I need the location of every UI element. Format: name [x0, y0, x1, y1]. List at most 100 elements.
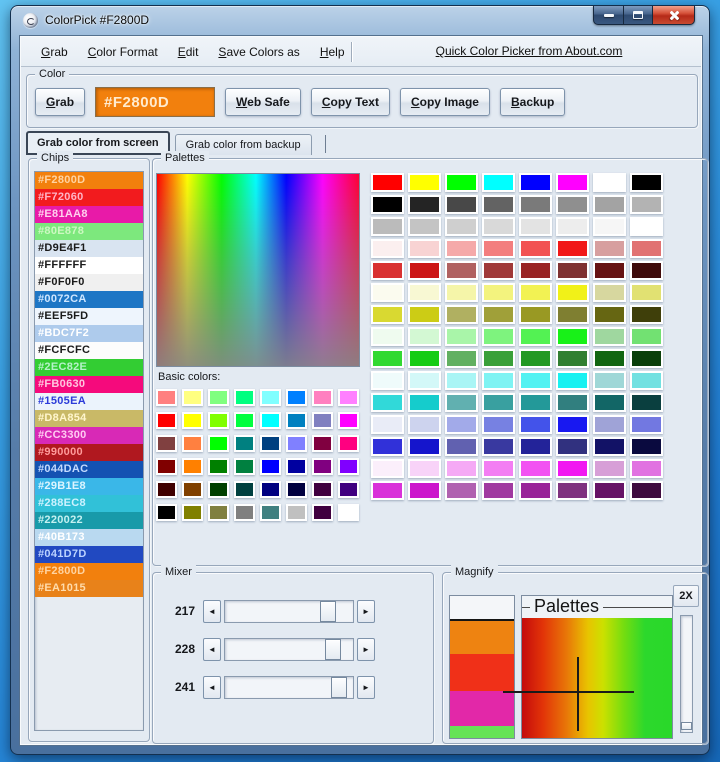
quick-color-picker-link[interactable]: Quick Color Picker from About.com [371, 44, 687, 58]
palette-swatch-d9d9d9[interactable] [482, 217, 515, 236]
basic-color-808080[interactable] [234, 504, 255, 521]
basic-color-0000a0[interactable] [286, 458, 307, 475]
basic-color-00ff40[interactable] [234, 412, 255, 429]
chip-ea1015-24[interactable]: #EA1015 [35, 580, 143, 597]
grab-button[interactable]: Grab [35, 88, 86, 116]
palette-swatch-7f317f[interactable] [556, 481, 589, 500]
basic-color-004000[interactable] [208, 481, 229, 498]
palette-swatch-e17272[interactable] [630, 239, 663, 258]
basic-color-ff8080[interactable] [156, 389, 177, 406]
basic-color-00ff80[interactable] [234, 389, 255, 406]
zoom-slider-thumb[interactable] [681, 722, 692, 730]
menu-item-save-colors-as[interactable]: Save Colors as [210, 42, 307, 62]
chip-0072ca-7[interactable]: #0072CA [35, 291, 143, 308]
chip-d9e4f1-4[interactable]: #D9E4F1 [35, 240, 143, 257]
palette-swatch-0a3f0a[interactable] [630, 349, 663, 368]
palette-swatch-f118f1[interactable] [556, 459, 589, 478]
basic-color-8080c0[interactable] [312, 412, 333, 429]
chip-f72060-1[interactable]: #F72060 [35, 189, 143, 206]
mixer-slider-thumb-2[interactable] [331, 676, 347, 698]
palette-swatch-9fd7d7[interactable] [593, 371, 626, 390]
basic-color-800040[interactable] [312, 435, 333, 452]
palette-swatch-9fd79f[interactable] [593, 327, 626, 346]
chip-29b1e8-18[interactable]: #29B1E8 [35, 478, 143, 495]
palette-swatch-7ef3f3[interactable] [482, 371, 515, 390]
basic-color-ffffff[interactable] [338, 504, 359, 521]
palette-swatch-72e1e1[interactable] [630, 371, 663, 390]
palette-swatch-7781e2[interactable] [482, 415, 515, 434]
chip-40b173-21[interactable]: #40B173 [35, 529, 143, 546]
palette-swatch-7f3131[interactable] [556, 261, 589, 280]
palette-swatch-d79f9f[interactable] [593, 239, 626, 258]
basic-color-808000[interactable] [182, 504, 203, 521]
menu-item-edit[interactable]: Edit [170, 42, 207, 62]
chip-f2800d-0[interactable]: #F2800D [35, 172, 143, 189]
palette-swatch-e1e172[interactable] [630, 283, 663, 302]
copy-image-button[interactable]: Copy Image [399, 88, 490, 116]
palette-swatch-3f3f0a[interactable] [630, 305, 663, 324]
palette-swatch-7a7a7a[interactable] [519, 195, 552, 214]
palette-swatch-72e172[interactable] [630, 327, 663, 346]
palette-swatch-317f7f[interactable] [556, 393, 589, 412]
palette-swatch-f5f5a9[interactable] [445, 283, 478, 302]
palette-swatch-fbfbef[interactable] [371, 283, 404, 302]
palette-swatch-f8f8d3[interactable] [408, 283, 441, 302]
palette-swatch-b3b3b3[interactable] [630, 195, 663, 214]
palette-swatch-3f0a0a[interactable] [630, 261, 663, 280]
minimize-button[interactable] [593, 6, 624, 25]
palette-swatch-4353ea[interactable] [519, 415, 552, 434]
chip-2ec82e-11[interactable]: #2EC82E [35, 359, 143, 376]
palette-swatch-00ffff[interactable] [482, 173, 515, 192]
slider-left-arrow-1[interactable]: ◄ [203, 637, 221, 661]
chip-eef5fd-8[interactable]: #EEF5FD [35, 308, 143, 325]
palette-swatch-39a039[interactable] [482, 349, 515, 368]
palette-swatch-cdd3ee[interactable] [408, 415, 441, 434]
palette-swatch-a03939[interactable] [482, 261, 515, 280]
basic-color-408080[interactable] [260, 504, 281, 521]
slider-right-arrow-2[interactable]: ► [357, 675, 375, 699]
mixer-slider-thumb-0[interactable] [320, 600, 336, 622]
palette-swatch-126666[interactable] [593, 393, 626, 412]
palette-swatch-1818f1[interactable] [556, 415, 589, 434]
palette-swatch-e172e1[interactable] [630, 459, 663, 478]
palette-swatch-61b061[interactable] [445, 349, 478, 368]
basic-color-ff0080[interactable] [338, 435, 359, 452]
palette-swatch-3f0a3f[interactable] [630, 481, 663, 500]
basic-color-ffff00[interactable] [182, 412, 203, 429]
palette-swatch-d79fd7[interactable] [593, 459, 626, 478]
palette-swatch-999923[interactable] [519, 305, 552, 324]
palette-swatch-ededed[interactable] [556, 217, 589, 236]
palette-swatch-fbeffb[interactable] [371, 459, 404, 478]
chip-220022-20[interactable]: #220022 [35, 512, 143, 529]
mixer-slider-thumb-1[interactable] [325, 638, 341, 660]
basic-color-ff80ff[interactable] [338, 389, 359, 406]
palette-swatch-126612[interactable] [593, 349, 626, 368]
basic-color-400080[interactable] [338, 481, 359, 498]
palette-swatch-cfcfcf[interactable] [445, 217, 478, 236]
zoom-slider[interactable] [680, 615, 693, 733]
basic-color-00ffff[interactable] [260, 412, 281, 429]
palette-swatch-661212[interactable] [593, 261, 626, 280]
palette-swatch-f2f253[interactable] [519, 283, 552, 302]
palette-swatch-31d9d9[interactable] [371, 393, 404, 412]
chip-cc3300-15[interactable]: #CC3300 [35, 427, 143, 444]
palette-swatch-fbefef[interactable] [371, 239, 404, 258]
palette-swatch-239999[interactable] [519, 393, 552, 412]
chip-ffffff-5[interactable]: #FFFFFF [35, 257, 143, 274]
palette-swatch-992323[interactable] [519, 261, 552, 280]
palette-swatch-f5a9f5[interactable] [445, 459, 478, 478]
palette-swatch-0a3f3f[interactable] [630, 393, 663, 412]
hex-color-field[interactable]: #F2800D [95, 87, 216, 117]
chip-f2800d-23[interactable]: #F2800D [35, 563, 143, 580]
palette-swatch-d3f8d3[interactable] [408, 327, 441, 346]
chip-f0f0f0-6[interactable]: #F0F0F0 [35, 274, 143, 291]
basic-color-000040[interactable] [286, 481, 307, 498]
maximize-button[interactable] [624, 6, 653, 25]
palette-swatch-f25353[interactable] [519, 239, 552, 258]
palette-swatch-e9ecf7[interactable] [371, 415, 404, 434]
palette-swatch-242424[interactable] [408, 195, 441, 214]
basic-color-80ff00[interactable] [208, 412, 229, 429]
basic-color-ff8000[interactable] [182, 458, 203, 475]
palette-swatch-317f31[interactable] [556, 349, 589, 368]
title-bar[interactable]: ColorPick #F2800D [11, 6, 709, 34]
